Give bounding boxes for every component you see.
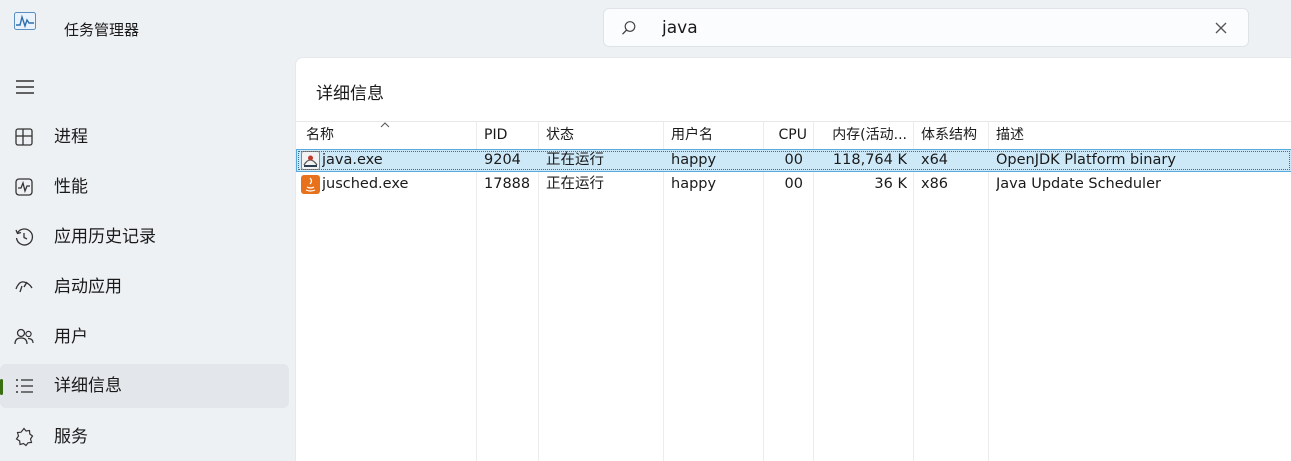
column-divider[interactable] — [913, 121, 914, 461]
search-icon — [622, 21, 636, 35]
sidebar-item-label: 服务 — [54, 427, 88, 447]
java-app-icon — [301, 151, 320, 170]
process-name: jusched.exe — [322, 176, 409, 192]
table-row[interactable]: java.exe 9204 正在运行 happy 00 118,764 K x6… — [296, 149, 1291, 172]
process-architecture: x86 — [921, 176, 949, 192]
sidebar-item-label: 启动应用 — [54, 277, 122, 297]
column-header-username[interactable]: 用户名 — [663, 122, 763, 148]
window-title: 任务管理器 — [64, 21, 140, 39]
column-divider[interactable] — [538, 121, 539, 461]
process-status: 正在运行 — [546, 152, 604, 168]
process-cpu: 00 — [784, 176, 803, 192]
process-pid: 17888 — [484, 176, 531, 192]
table-row[interactable]: jusched.exe 17888 正在运行 happy 00 36 K x86… — [296, 173, 1291, 196]
java-update-icon — [301, 175, 320, 194]
sidebar-item-app-history[interactable]: 应用历史记录 — [0, 215, 289, 259]
column-divider[interactable] — [663, 121, 664, 461]
hamburger-icon[interactable] — [14, 78, 36, 96]
process-architecture: x64 — [921, 152, 949, 168]
task-manager-logo-icon — [14, 12, 36, 30]
sidebar-item-label: 应用历史记录 — [54, 227, 156, 247]
details-icon — [16, 379, 33, 393]
processes-icon — [15, 128, 33, 146]
close-icon[interactable] — [1213, 20, 1229, 36]
process-pid: 9204 — [484, 152, 521, 168]
users-icon — [14, 328, 34, 345]
column-header-description[interactable]: 描述 — [988, 122, 1288, 148]
table-header: 名称 PID 状态 用户名 CPU 内存(活动... 体系结构 描述 — [296, 121, 1291, 147]
process-description: OpenJDK Platform binary — [996, 152, 1176, 168]
process-memory: 118,764 K — [832, 152, 907, 168]
process-user: happy — [671, 152, 717, 168]
sidebar-item-performance[interactable]: 性能 — [0, 165, 289, 209]
sidebar-item-label: 详细信息 — [54, 376, 122, 396]
column-divider[interactable] — [763, 121, 764, 461]
services-icon — [15, 427, 34, 447]
search-box[interactable] — [603, 8, 1249, 47]
column-divider[interactable] — [988, 121, 989, 461]
history-icon — [15, 228, 34, 246]
sidebar-item-startup[interactable]: 启动应用 — [0, 265, 289, 309]
column-header-memory[interactable]: 内存(活动... — [813, 122, 913, 148]
process-name: java.exe — [322, 152, 383, 168]
process-description: Java Update Scheduler — [996, 176, 1161, 192]
details-panel: 详细信息 名称 PID 状态 用户名 CPU 内存(活动... 体系结构 描述 … — [295, 57, 1291, 461]
process-memory: 36 K — [874, 176, 907, 192]
sidebar-item-processes[interactable]: 进程 — [0, 115, 289, 159]
sidebar-item-users[interactable]: 用户 — [0, 315, 289, 359]
performance-icon — [15, 178, 33, 196]
sidebar-item-label: 用户 — [54, 327, 88, 347]
process-status: 正在运行 — [546, 176, 604, 192]
column-header-name[interactable]: 名称 — [298, 122, 476, 148]
column-divider[interactable] — [813, 121, 814, 461]
startup-icon — [15, 281, 33, 293]
sidebar-item-label: 进程 — [54, 127, 88, 147]
page-title: 详细信息 — [316, 84, 384, 104]
column-header-architecture[interactable]: 体系结构 — [913, 122, 988, 148]
sidebar-item-services[interactable]: 服务 — [0, 415, 289, 459]
column-header-status[interactable]: 状态 — [538, 122, 663, 148]
search-input[interactable] — [662, 16, 1182, 40]
sidebar-item-label: 性能 — [54, 177, 88, 197]
process-user: happy — [671, 176, 717, 192]
sidebar-item-details[interactable]: 详细信息 — [0, 364, 289, 408]
process-cpu: 00 — [784, 152, 803, 168]
column-header-cpu[interactable]: CPU — [763, 122, 813, 148]
active-indicator — [0, 379, 3, 395]
column-divider[interactable] — [476, 121, 477, 461]
column-header-pid[interactable]: PID — [476, 122, 538, 148]
